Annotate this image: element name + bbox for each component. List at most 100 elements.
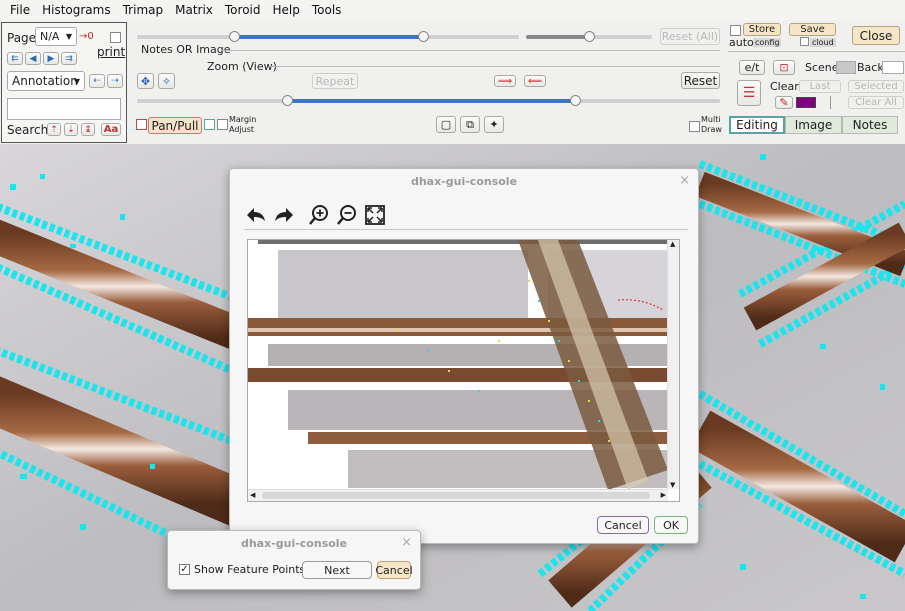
toolbar: Page N/A ▼ →0 print ⇇ ◀ ▶ ⇉ Annotation ▼…: [0, 20, 905, 144]
show-feature-points-checkbox[interactable]: ✓: [179, 564, 190, 575]
horizontal-scrollbar[interactable]: ◀ ▶: [248, 489, 668, 501]
cancel-button[interactable]: Cancel: [375, 561, 413, 579]
clear-last-button[interactable]: Last: [799, 80, 841, 93]
slider-knob-right[interactable]: [570, 95, 581, 106]
scroll-down-icon[interactable]: ▼: [670, 481, 675, 489]
undo-arrow-icon[interactable]: [244, 203, 268, 227]
single-page-button[interactable]: ▢: [436, 116, 456, 133]
right-long-arrow-icon: ⟹: [497, 75, 513, 87]
menu-toroid[interactable]: Toroid: [219, 3, 267, 17]
pan-pull-button[interactable]: Pan/Pull: [148, 117, 202, 134]
zoom-out-icon[interactable]: [335, 203, 359, 227]
scroll-thumb[interactable]: [262, 492, 650, 499]
cancel-button[interactable]: Cancel: [597, 516, 649, 534]
slider-knob-left[interactable]: [229, 31, 240, 42]
menu-trimap[interactable]: Trimap: [117, 3, 170, 17]
search-down-button[interactable]: ⇣: [64, 123, 78, 136]
zoom-slider[interactable]: [137, 95, 720, 106]
list-button[interactable]: ☰: [737, 80, 761, 106]
zoom-in-arrow-button[interactable]: ⟹: [494, 75, 516, 87]
close-icon[interactable]: ×: [679, 173, 690, 188]
tab-notes[interactable]: Notes: [842, 116, 898, 134]
left-long-arrow-icon: ⟸: [527, 75, 543, 87]
slider-knob-left[interactable]: [282, 95, 293, 106]
close-icon[interactable]: ×: [401, 535, 412, 550]
notes-image-slider[interactable]: [137, 31, 519, 42]
menu-matrix[interactable]: Matrix: [169, 3, 219, 17]
cloud-label[interactable]: cloud: [810, 38, 836, 47]
up-arrow-icon: ⇡: [50, 124, 58, 135]
vertical-scrollbar[interactable]: ▲ ▼: [667, 240, 679, 489]
e-t-button[interactable]: e/t: [739, 60, 765, 75]
color-swatch[interactable]: [796, 97, 816, 108]
scroll-right-icon[interactable]: ▶: [661, 491, 666, 499]
fit-screen-icon[interactable]: [363, 203, 387, 227]
auto-store-checkbox[interactable]: [730, 25, 741, 36]
margin-color-box[interactable]: [204, 119, 215, 130]
scroll-up-icon[interactable]: ▲: [670, 240, 675, 248]
zoom-in-icon[interactable]: [307, 203, 331, 227]
menu-tools[interactable]: Tools: [306, 3, 348, 17]
tab-image[interactable]: Image: [785, 116, 842, 134]
scroll-left-icon[interactable]: ◀: [250, 491, 255, 499]
back-toggle[interactable]: [882, 61, 904, 74]
scene-toggle[interactable]: [836, 61, 856, 74]
match-case-button[interactable]: Aa: [101, 123, 121, 136]
search-up-button[interactable]: ⇡: [47, 123, 61, 136]
prev-page-button[interactable]: ◀: [25, 52, 41, 65]
annotation-prev-button[interactable]: ⇠: [89, 74, 105, 88]
fit-button[interactable]: ✥: [137, 73, 154, 89]
notes-or-image-label: Notes OR Image: [141, 43, 231, 56]
annotation-select[interactable]: Annotation ▼: [7, 71, 85, 91]
menu-file[interactable]: File: [4, 3, 36, 17]
search-input[interactable]: [7, 98, 121, 120]
layers-icon: ⧉: [466, 117, 474, 131]
annotation-next-button[interactable]: ⇢: [107, 74, 123, 88]
special-button[interactable]: ✦: [484, 116, 504, 133]
page-goto-arrow[interactable]: →0: [79, 31, 94, 42]
print-checkbox[interactable]: [110, 32, 121, 43]
image-viewport[interactable]: ▲ ▼ ◀ ▶: [247, 239, 680, 502]
first-page-button[interactable]: ⇇: [7, 52, 23, 65]
frame-button[interactable]: ⊡: [773, 60, 795, 75]
print-label[interactable]: print: [97, 45, 125, 59]
next-button[interactable]: Next: [302, 561, 372, 579]
slider-knob[interactable]: [584, 31, 595, 42]
back-label: Back: [857, 61, 884, 74]
multi-page-button[interactable]: ⧉: [460, 116, 480, 133]
close-button[interactable]: Close: [852, 26, 900, 45]
reset-button[interactable]: Reset: [681, 72, 720, 89]
reset-all-button[interactable]: Reset (All): [660, 28, 720, 45]
redo-arrow-icon[interactable]: [272, 203, 296, 227]
clear-selected-button[interactable]: Selected: [848, 80, 904, 93]
sparkle-icon: ✦: [489, 118, 499, 131]
cloud-checkbox[interactable]: [800, 37, 809, 46]
pen-button[interactable]: ✎: [775, 96, 793, 109]
page-select[interactable]: N/A ▼: [35, 27, 77, 46]
repeat-button[interactable]: Repeat: [312, 73, 358, 89]
up-down-arrow-icon: ↨: [84, 124, 92, 135]
secondary-slider[interactable]: [526, 31, 652, 42]
menu-help[interactable]: Help: [267, 3, 306, 17]
left-arrow-icon: ⇠: [93, 76, 101, 86]
save-button[interactable]: Save: [789, 23, 836, 36]
margin-adjust-checkbox[interactable]: [217, 119, 228, 130]
store-button[interactable]: Store: [743, 23, 781, 36]
right-arrow-icon: ⇢: [111, 76, 119, 86]
pan-checkbox[interactable]: [136, 119, 147, 130]
zoom-out-arrow-button[interactable]: ⟸: [524, 75, 546, 87]
next-page-button[interactable]: ▶: [43, 52, 59, 65]
menu-histograms[interactable]: Histograms: [36, 3, 117, 17]
clear-all-button[interactable]: Clear All: [848, 96, 904, 109]
search-both-button[interactable]: ↨: [81, 123, 95, 136]
clear-label: Clear:: [770, 80, 803, 93]
slider-knob-right[interactable]: [418, 31, 429, 42]
center-button[interactable]: ✧: [158, 73, 175, 89]
double-left-arrow-icon: ⇇: [11, 53, 19, 64]
ok-button[interactable]: OK: [654, 516, 688, 534]
dialog-title: dhax-gui-console: [240, 536, 348, 550]
last-page-button[interactable]: ⇉: [61, 52, 77, 65]
config-label[interactable]: config: [753, 38, 782, 47]
multi-draw-checkbox[interactable]: [689, 121, 700, 132]
tab-editing[interactable]: Editing: [729, 116, 785, 134]
